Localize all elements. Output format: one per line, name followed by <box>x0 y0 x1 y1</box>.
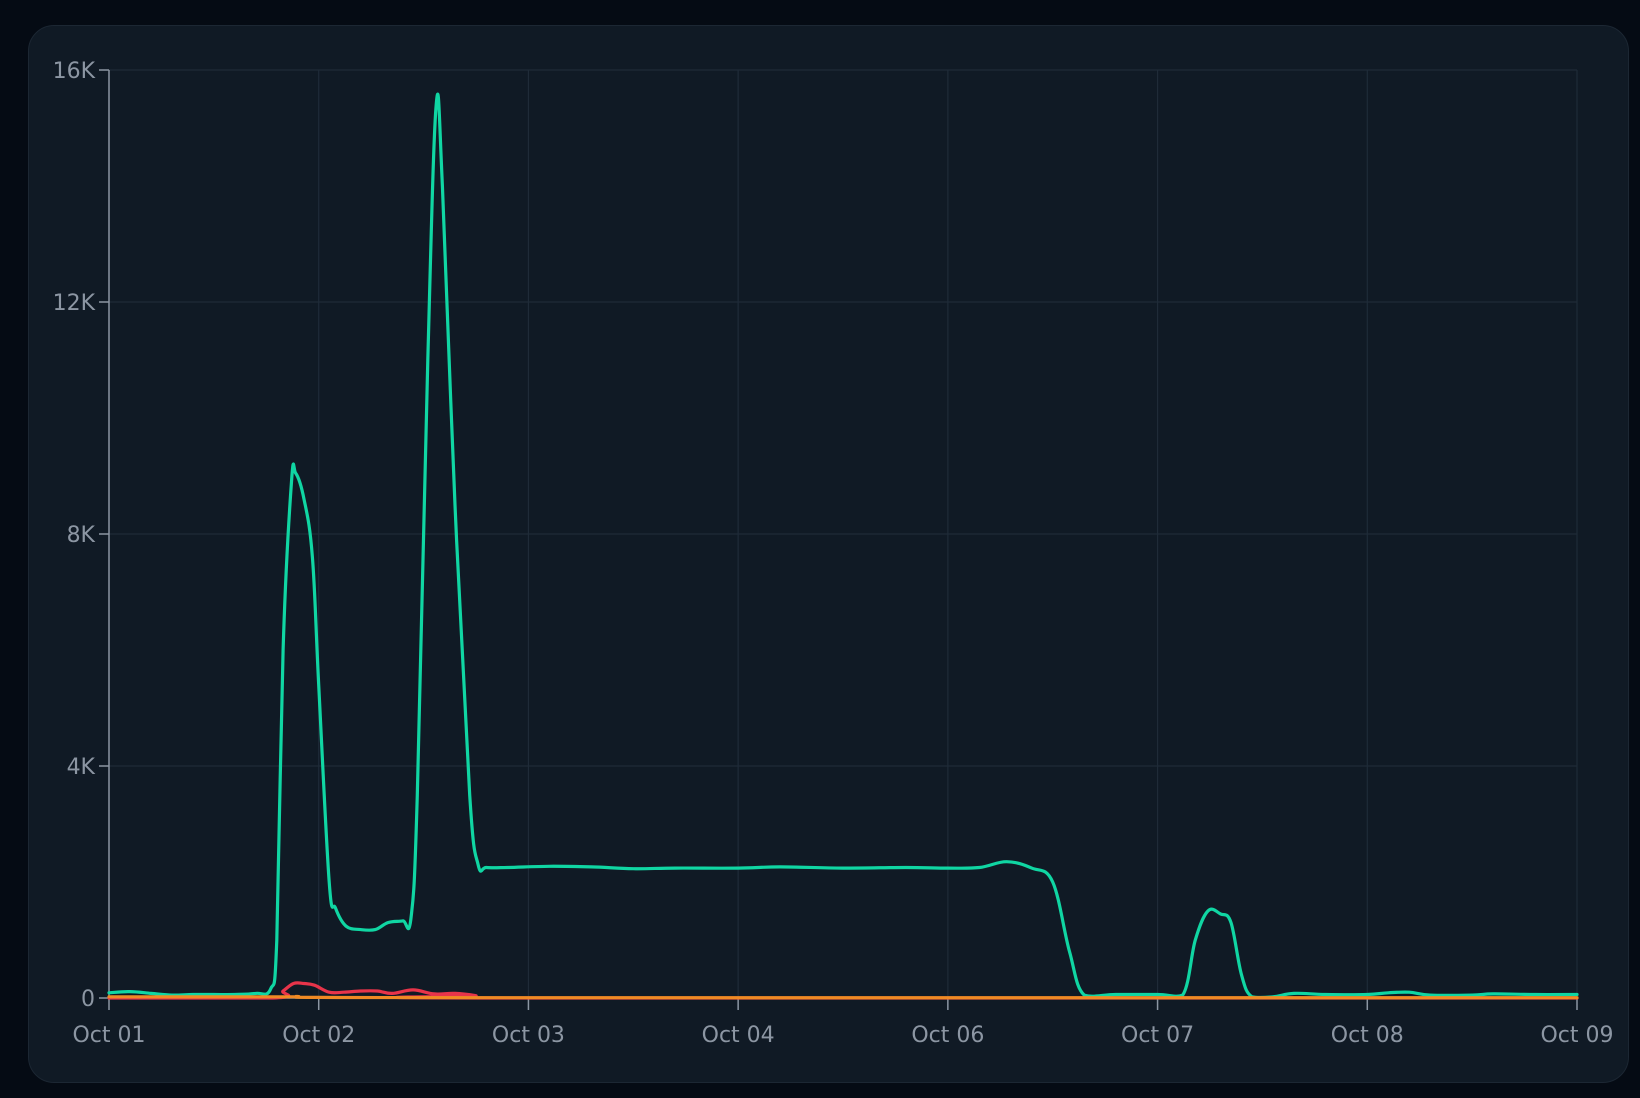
series-line-0 <box>107 92 1579 1000</box>
x-tick-label: Oct 03 <box>492 1023 565 1048</box>
y-axis: 0 4K 8K 12K 16K <box>53 59 110 1012</box>
y-tick-label: 12K <box>53 291 96 316</box>
series-group <box>107 92 1579 1000</box>
x-tick-label: Oct 04 <box>702 1023 775 1048</box>
y-tick-label: 0 <box>81 987 95 1012</box>
line-chart: 04K8K12K16K Oct 01 Oct 02 Oct 03 Oct 04 Oct … <box>53 59 1614 1048</box>
x-tick-label: Oct 01 <box>72 1023 145 1048</box>
x-tick-label: Oct 08 <box>1331 1023 1404 1048</box>
y-tick-label: 8K <box>67 523 96 548</box>
y-tick-label: 4K <box>67 755 96 780</box>
x-tick-label: Oct 02 <box>282 1023 355 1048</box>
x-axis: Oct 01 Oct 02 Oct 03 Oct 04 Oct 06 Oct 07 Oct … <box>72 997 1614 1048</box>
x-tick-label: Oct 06 <box>911 1023 984 1048</box>
series-line-2 <box>107 994 1579 1000</box>
y-tick-label: 16K <box>53 59 96 84</box>
x-tick-label: Oct 09 <box>1540 1023 1613 1048</box>
x-tick-label: Oct 07 <box>1121 1023 1194 1048</box>
